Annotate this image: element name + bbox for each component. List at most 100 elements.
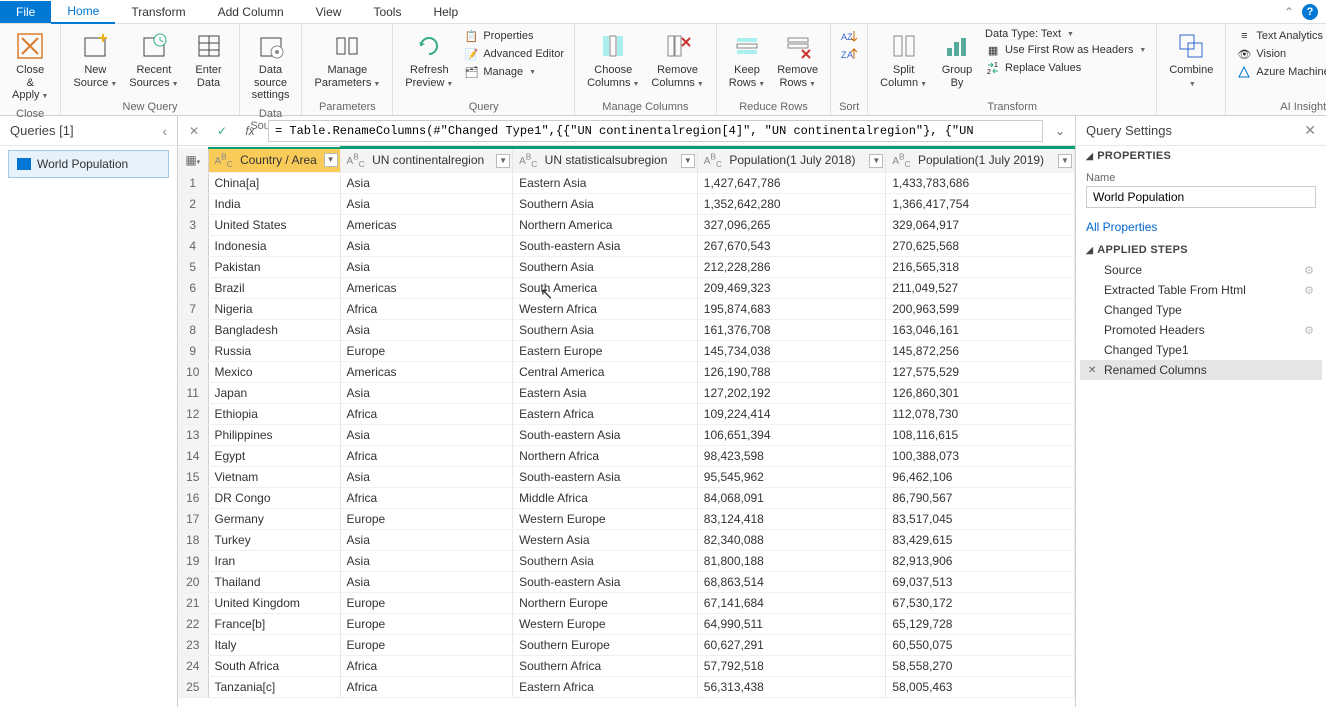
cell[interactable]: India (208, 194, 340, 215)
table-row[interactable]: 7NigeriaAfricaWestern Africa195,874,6832… (178, 299, 1075, 320)
filter-dropdown-icon[interactable]: ▼ (869, 154, 883, 168)
properties-section-header[interactable]: ◢PROPERTIES (1076, 146, 1326, 166)
cell[interactable]: Eastern Africa (513, 404, 698, 425)
cell[interactable]: 83,124,418 (697, 509, 886, 530)
data-grid[interactable]: ▦▾ABC Country / Area▼ABC UN continentalr… (178, 146, 1075, 707)
row-number[interactable]: 18 (178, 530, 208, 551)
vision-button[interactable]: 👁Vision (1236, 46, 1326, 62)
enter-data-button[interactable]: EnterData (185, 26, 233, 93)
collapse-ribbon-icon[interactable]: ⌃ (1276, 5, 1302, 19)
table-row[interactable]: 18TurkeyAsiaWestern Asia82,340,08883,429… (178, 530, 1075, 551)
cell[interactable]: Eastern Africa (513, 677, 698, 698)
tab-add-column[interactable]: Add Column (202, 1, 300, 23)
applied-step[interactable]: Extracted Table From Html⚙ (1080, 280, 1322, 300)
cell[interactable]: Iran (208, 551, 340, 572)
table-corner[interactable]: ▦▾ (178, 148, 208, 173)
advanced-editor-button[interactable]: 📝Advanced Editor (463, 46, 564, 62)
gear-icon[interactable]: ⚙ (1304, 284, 1314, 297)
cell[interactable]: 67,141,684 (697, 593, 886, 614)
cell[interactable]: Central America (513, 362, 698, 383)
cell[interactable]: Southern Africa (513, 656, 698, 677)
split-column-button[interactable]: SplitColumn▼ (874, 26, 933, 93)
filter-dropdown-icon[interactable]: ▼ (496, 154, 510, 168)
close-apply-button[interactable]: Close &Apply▼ (6, 26, 54, 106)
row-number[interactable]: 4 (178, 236, 208, 257)
cell[interactable]: 1,352,642,280 (697, 194, 886, 215)
cell[interactable]: Southern Asia (513, 551, 698, 572)
row-number[interactable]: 17 (178, 509, 208, 530)
refresh-preview-button[interactable]: RefreshPreview▼ (399, 26, 459, 93)
row-number[interactable]: 20 (178, 572, 208, 593)
cell[interactable]: 82,340,088 (697, 530, 886, 551)
cell[interactable]: 95,545,962 (697, 467, 886, 488)
cell[interactable]: 212,228,286 (697, 257, 886, 278)
tab-home[interactable]: Home (51, 0, 115, 24)
cell[interactable]: 100,388,073 (886, 446, 1075, 467)
cell[interactable]: Asia (340, 425, 513, 446)
cell[interactable]: 108,116,615 (886, 425, 1075, 446)
cell[interactable]: Europe (340, 614, 513, 635)
cell[interactable]: South America (513, 278, 698, 299)
fx-icon[interactable]: fx (240, 124, 260, 138)
cell[interactable]: 1,366,417,754 (886, 194, 1075, 215)
cell[interactable]: South Africa (208, 656, 340, 677)
table-row[interactable]: 3United StatesAmericasNorthern America32… (178, 215, 1075, 236)
cell[interactable]: 65,129,728 (886, 614, 1075, 635)
row-number[interactable]: 5 (178, 257, 208, 278)
row-number[interactable]: 23 (178, 635, 208, 656)
cell[interactable]: 216,565,318 (886, 257, 1075, 278)
cell[interactable]: 145,734,038 (697, 341, 886, 362)
choose-columns-button[interactable]: ChooseColumns▼ (581, 26, 645, 93)
cell[interactable]: Western Europe (513, 509, 698, 530)
table-row[interactable]: 12EthiopiaAfricaEastern Africa109,224,41… (178, 404, 1075, 425)
cell[interactable]: Asia (340, 320, 513, 341)
cell[interactable]: 69,037,513 (886, 572, 1075, 593)
table-row[interactable]: 16DR CongoAfricaMiddle Africa84,068,0918… (178, 488, 1075, 509)
cell[interactable]: China[a] (208, 173, 340, 194)
combine-button[interactable]: Combine▼ (1163, 26, 1219, 93)
column-header[interactable]: ABC Population(1 July 2019)▼ (886, 148, 1075, 173)
table-row[interactable]: 19IranAsiaSouthern Asia81,800,18882,913,… (178, 551, 1075, 572)
close-settings-icon[interactable]: ✕ (1304, 122, 1316, 139)
table-row[interactable]: 11JapanAsiaEastern Asia127,202,192126,86… (178, 383, 1075, 404)
sort-asc-button[interactable]: AZ (841, 28, 857, 44)
table-row[interactable]: 17GermanyEuropeWestern Europe83,124,4188… (178, 509, 1075, 530)
query-name-input[interactable] (1086, 186, 1316, 208)
cell[interactable]: 60,550,075 (886, 635, 1075, 656)
cell[interactable]: Europe (340, 635, 513, 656)
cell[interactable]: Americas (340, 278, 513, 299)
cell[interactable]: Asia (340, 551, 513, 572)
cell[interactable]: 96,462,106 (886, 467, 1075, 488)
row-number[interactable]: 24 (178, 656, 208, 677)
properties-button[interactable]: 📋Properties (463, 28, 564, 44)
cell[interactable]: Asia (340, 530, 513, 551)
table-row[interactable]: 4IndonesiaAsiaSouth-eastern Asia267,670,… (178, 236, 1075, 257)
cell[interactable]: 329,064,917 (886, 215, 1075, 236)
table-row[interactable]: 24South AfricaAfricaSouthern Africa57,79… (178, 656, 1075, 677)
cell[interactable]: 57,792,518 (697, 656, 886, 677)
cell[interactable]: 1,433,783,686 (886, 173, 1075, 194)
sort-desc-button[interactable]: ZA (841, 46, 857, 62)
remove-columns-button[interactable]: RemoveColumns▼ (645, 26, 709, 93)
column-header[interactable]: ABC UN continentalregion▼ (340, 148, 513, 173)
cell[interactable]: South-eastern Asia (513, 425, 698, 446)
cell[interactable]: Western Africa (513, 299, 698, 320)
applied-step[interactable]: Promoted Headers⚙ (1080, 320, 1322, 340)
row-number[interactable]: 13 (178, 425, 208, 446)
cell[interactable]: 195,874,683 (697, 299, 886, 320)
cell[interactable]: Northern America (513, 215, 698, 236)
row-number[interactable]: 15 (178, 467, 208, 488)
cell[interactable]: Eastern Asia (513, 173, 698, 194)
applied-step[interactable]: Source⚙ (1080, 260, 1322, 280)
group-by-button[interactable]: GroupBy (933, 26, 981, 93)
cell[interactable]: 126,860,301 (886, 383, 1075, 404)
cell[interactable]: 83,517,045 (886, 509, 1075, 530)
cell[interactable]: Bangladesh (208, 320, 340, 341)
cell[interactable]: 64,990,511 (697, 614, 886, 635)
applied-step[interactable]: Changed Type (1080, 300, 1322, 320)
query-item-world-population[interactable]: World Population (8, 150, 169, 178)
row-number[interactable]: 8 (178, 320, 208, 341)
cell[interactable]: Japan (208, 383, 340, 404)
cell[interactable]: Brazil (208, 278, 340, 299)
cell[interactable]: Eastern Asia (513, 383, 698, 404)
